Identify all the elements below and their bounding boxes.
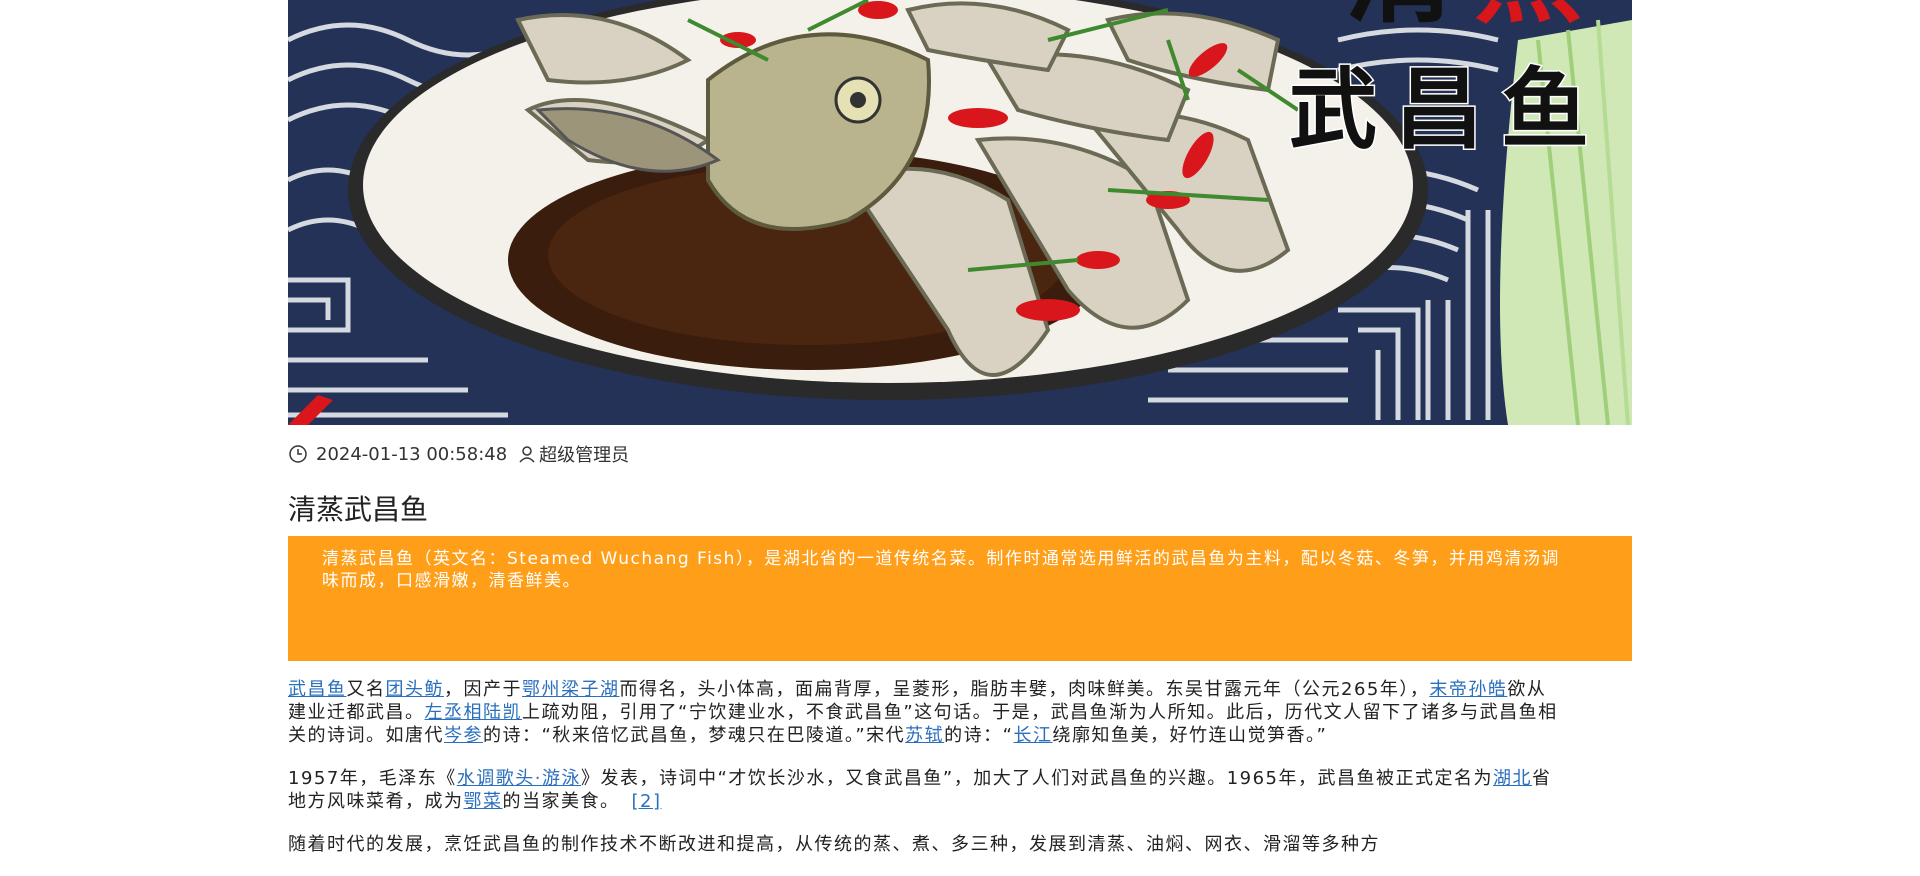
post-datetime: 2024-01-13 00:58:48 [316, 443, 508, 465]
text: 而得名，头小体高，面扁背厚，呈菱形，脂肪丰嬖，肉味鲜美。东吴甘露元年（公元265… [619, 679, 1430, 700]
hero-image: 清 蒸 武昌鱼 [288, 0, 1632, 425]
link-ezhou-liangzi-lake[interactable]: 鄂州梁子湖 [522, 679, 620, 700]
citation-ref[interactable]: [2] [632, 791, 662, 812]
link-cen-shen[interactable]: 岑参 [444, 725, 483, 746]
hero-overlay-char-1: 清 [1345, 0, 1455, 38]
text: ，因产于 [444, 679, 522, 700]
text: 的诗：“ [944, 725, 1014, 746]
hero-overlay-title: 武昌鱼 [1289, 57, 1607, 161]
link-lu-kai[interactable]: 左丞相陆凯 [425, 702, 523, 723]
link-wuchang-fish[interactable]: 武昌鱼 [288, 679, 347, 700]
article-title: 清蒸武昌鱼 [288, 493, 429, 526]
link-shuidiao-getou[interactable]: 水调歌头·游泳 [457, 768, 581, 789]
link-hubei[interactable]: 湖北 [1493, 768, 1532, 789]
text: 又名 [346, 679, 386, 700]
paragraph-3: 随着时代的发展，烹饪武昌鱼的制作技术不断改进和提高，从传统的蒸、煮、多三种，发展… [288, 833, 1558, 856]
paragraph-2: 1957年，毛泽东《水调歌头·游泳》发表，诗词中“才饮长沙水，又食武昌鱼”，加大… [288, 767, 1558, 813]
text: 的当家美食。 [502, 791, 620, 812]
link-yangtze[interactable]: 长江 [1013, 725, 1052, 746]
text: 1957年，毛泽东《 [288, 768, 457, 789]
paragraph-1: 武昌鱼又名团头鲂，因产于鄂州梁子湖而得名，头小体高，面扁背厚，呈菱形，脂肪丰嬖，… [288, 678, 1558, 747]
user-icon [517, 444, 537, 464]
text: 的诗：“秋来倍忆武昌鱼，梦魂只在巴陵道。”宋代 [483, 725, 906, 746]
text: 绕廓知鱼美，好竹连山觉笋香。” [1052, 725, 1328, 746]
text: 》发表，诗词中“才饮长沙水，又食武昌鱼”，加大了人们对武昌鱼的兴趣。1965年，… [581, 768, 1494, 789]
hero-overlay-char-2: 蒸 [1473, 0, 1583, 38]
link-e-cuisine[interactable]: 鄂菜 [464, 791, 503, 812]
page: 清 蒸 武昌鱼 2024-01-13 00:58:48 超级管理员 清蒸武昌鱼 … [0, 0, 1920, 869]
article-summary: 清蒸武昌鱼（英文名：Steamed Wuchang Fish），是湖北省的一道传… [288, 536, 1632, 661]
post-author[interactable]: 超级管理员 [539, 441, 629, 467]
post-meta: 2024-01-13 00:58:48 超级管理员 [288, 440, 629, 468]
link-tuantoufang[interactable]: 团头鲂 [386, 679, 445, 700]
article-body: 武昌鱼又名团头鲂，因产于鄂州梁子湖而得名，头小体高，面扁背厚，呈菱形，脂肪丰嬖，… [288, 678, 1558, 876]
text: 随着时代的发展，烹饪武昌鱼的制作技术不断改进和提高，从传统的蒸、煮、多三种，发展… [288, 834, 1380, 855]
link-sun-hao[interactable]: 末帝孙皓 [1429, 679, 1507, 700]
clock-icon [288, 444, 308, 464]
link-su-shi[interactable]: 苏轼 [905, 725, 944, 746]
